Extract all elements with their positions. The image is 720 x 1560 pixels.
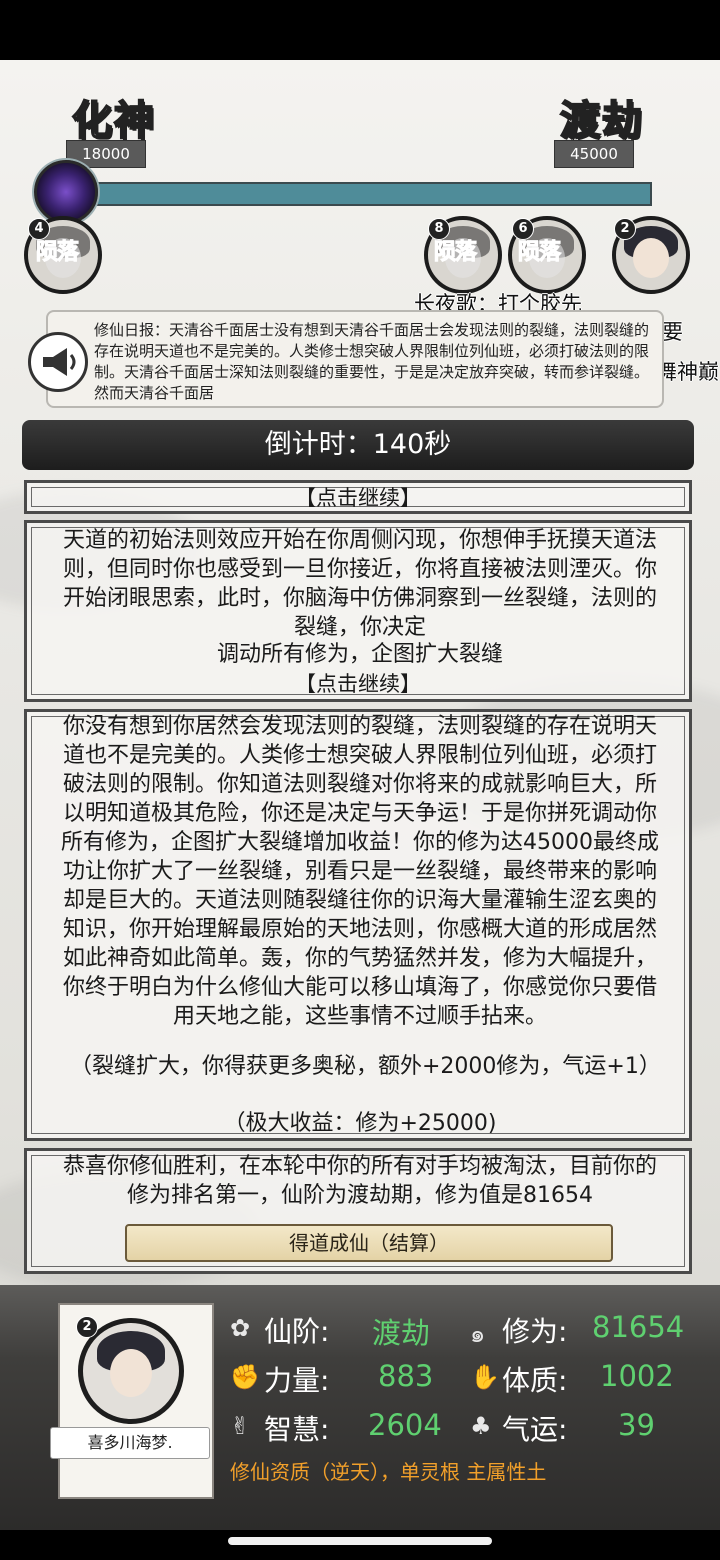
rank-icon: ✿ [230, 1314, 251, 1342]
player-aptitude: 修仙资质（逆天），单灵根 主属性土 [230, 1460, 547, 1484]
wisdom-label: 智慧: [264, 1413, 330, 1446]
next-realm-title: 渡劫 [559, 97, 644, 145]
chat-message: 舞神巅 [656, 360, 719, 384]
cultivation-label: 修为: [502, 1315, 568, 1348]
megaphone-icon [28, 332, 88, 392]
wisdom-value: 2604 [368, 1408, 442, 1442]
cultivation-value: 81654 [592, 1310, 685, 1344]
rank-label: 仙阶: [264, 1315, 330, 1348]
countdown-timer: 倒计时：140秒 [22, 420, 694, 470]
continue-button[interactable]: 【点击继续】 [24, 668, 692, 698]
opponent-status-2: 陨落 [433, 240, 477, 266]
luck-icon: ♣ [470, 1412, 492, 1440]
rank-value: 渡劫 [372, 1316, 431, 1350]
player-orb-icon [34, 160, 98, 224]
event-text-1: 天道的初始法则效应开始在你周侧闪现，你想伸手抚摸天道法则，但同时你也感受到一旦你… [62, 528, 657, 640]
strength-icon: ✊ [230, 1363, 260, 1391]
player-badge: 2 [76, 1316, 98, 1338]
strength-label: 力量: [264, 1364, 330, 1397]
player-name: 喜多川海梦. [50, 1427, 210, 1459]
opponent-status-3: 陨落 [517, 240, 561, 266]
event-choice[interactable]: 调动所有修为，企图扩大裂缝 [30, 640, 690, 669]
cultivation-progress-fill [94, 184, 650, 204]
luck-value: 39 [618, 1408, 655, 1442]
daily-news-box[interactable]: 修仙日报：天清谷千面居士没有想到天清谷千面居士会发现法则的裂缝，法则裂缝的存在说… [46, 310, 664, 408]
constitution-label: 体质: [502, 1364, 568, 1397]
event-gain: （极大收益：修为+25000) [223, 1111, 497, 1136]
cultivation-icon: ๑ [470, 1320, 486, 1348]
constitution-icon: ✋ [470, 1363, 500, 1391]
strength-value: 883 [378, 1359, 434, 1393]
wisdom-icon: ✌ [230, 1412, 251, 1440]
settle-button[interactable]: 得道成仙（结算） [125, 1224, 613, 1262]
event-text-2: 你没有想到你居然会发现法则的裂缝，法则裂缝的存在说明天道也不是完美的。人类修士想… [61, 714, 659, 1029]
next-realm-value: 45000 [554, 140, 634, 168]
continue-button[interactable]: 【点击继续】 [24, 482, 692, 512]
opponent-status-1: 陨落 [35, 240, 79, 266]
opponent-badge-4: 2 [614, 218, 636, 240]
current-realm-title: 化神 [71, 97, 156, 145]
victory-text: 恭喜你修仙胜利，在本轮中你的所有对手均被淘汰，目前你的修为排名第一，仙阶为渡劫期… [62, 1154, 657, 1208]
event-reward: （裂缝扩大，你得获更多奥秘，额外+2000修为，气运+1） [70, 1054, 661, 1079]
constitution-value: 1002 [600, 1359, 674, 1393]
home-indicator[interactable] [228, 1537, 492, 1545]
cultivation-progress-bar [92, 182, 652, 206]
luck-label: 气运: [502, 1413, 568, 1446]
